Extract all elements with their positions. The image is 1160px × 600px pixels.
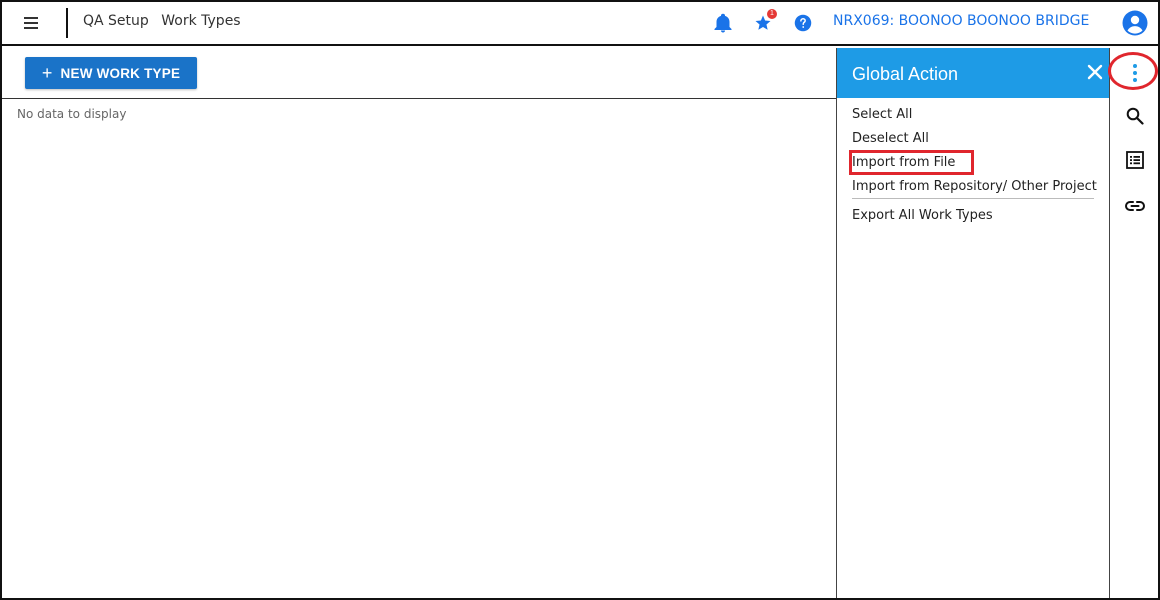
global-action-title: Global Action	[852, 64, 959, 84]
right-rail	[1111, 48, 1158, 598]
close-icon[interactable]	[1085, 62, 1105, 82]
top-bar: QA Setup Work Types 1 NRX069: BOONOO BOO…	[2, 2, 1158, 46]
new-work-type-label: NEW WORK TYPE	[60, 65, 181, 81]
menu-item-export-all-work-types[interactable]: Export All Work Types	[837, 207, 1109, 231]
list-icon[interactable]	[1122, 147, 1148, 173]
menu-icon[interactable]	[22, 14, 40, 32]
menu-item-select-all[interactable]: Select All	[837, 106, 1109, 130]
breadcrumb-qa-setup[interactable]: QA Setup	[83, 13, 149, 29]
breadcrumb-work-types: Work Types	[161, 13, 241, 29]
notification-badge: 1	[766, 8, 778, 20]
bell-icon[interactable]	[712, 12, 734, 34]
toolbar-divider	[2, 98, 836, 99]
help-icon[interactable]	[792, 12, 814, 34]
global-action-header: Global Action	[837, 48, 1109, 98]
header-divider	[66, 8, 68, 38]
search-icon[interactable]	[1122, 103, 1148, 129]
plus-icon: +	[41, 63, 53, 83]
global-action-menu: Select All Deselect All Import from File…	[837, 98, 1109, 231]
link-icon[interactable]	[1122, 193, 1148, 219]
menu-item-deselect-all[interactable]: Deselect All	[837, 130, 1109, 154]
more-vert-icon[interactable]	[1122, 60, 1148, 86]
empty-state-message: No data to display	[17, 107, 127, 121]
star-icon[interactable]: 1	[752, 8, 778, 34]
breadcrumb: QA Setup Work Types	[83, 13, 249, 29]
menu-separator	[852, 198, 1094, 199]
menu-item-import-from-repository[interactable]: Import from Repository/ Other Project	[837, 178, 1109, 198]
account-icon[interactable]	[1122, 10, 1148, 36]
menu-item-import-from-file[interactable]: Import from File	[837, 150, 1109, 178]
new-work-type-button[interactable]: + NEW WORK TYPE	[25, 57, 197, 89]
global-action-panel: Global Action Select All Deselect All Im…	[836, 48, 1110, 598]
project-selector[interactable]: NRX069: BOONOO BOONOO BRIDGE	[833, 13, 1089, 29]
